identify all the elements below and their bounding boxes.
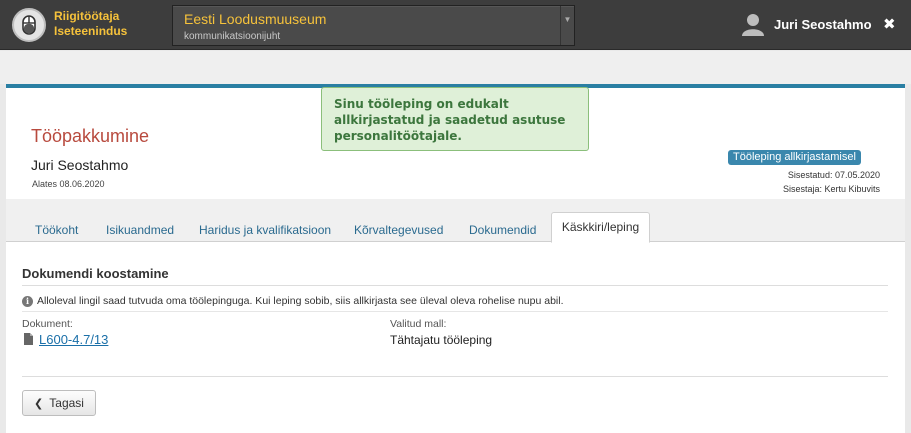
document-link[interactable]: L600-4.7/13 — [39, 332, 108, 347]
tab-haridus[interactable]: Haridus ja kvalifikatsioon — [199, 223, 331, 237]
template-value: Tähtajatu tööleping — [390, 333, 493, 347]
sub-bar — [0, 51, 911, 84]
brand-line-2: Iseteenindus — [54, 24, 128, 38]
page-title: Tööpakkumine — [31, 126, 150, 146]
person-name: Juri Seostahmo — [31, 157, 129, 173]
section-title: Dokumendi koostamine — [22, 266, 169, 281]
divider — [22, 311, 888, 312]
app-logo[interactable] — [12, 8, 46, 42]
tab-kaskkiri-leping[interactable]: Käskkiri/leping — [551, 212, 650, 243]
tab-dokumendid[interactable]: Dokumendid — [469, 223, 536, 237]
status-badge: Tööleping allkirjastamisel — [728, 150, 861, 165]
start-date: Alates 08.06.2020 — [32, 179, 105, 189]
user-icon[interactable] — [741, 12, 765, 36]
divider — [22, 285, 888, 286]
top-bar: Riigitöötaja Iseteenindus Eesti Loodusmu… — [0, 0, 911, 50]
brand-line-1: Riigitöötaja — [54, 9, 120, 23]
back-button[interactable]: ❮ Tagasi — [22, 390, 96, 416]
submitted-date: Sisestatud: 07.05.2020 — [787, 170, 880, 180]
mouse-icon — [22, 15, 36, 35]
info-message: i Alloleval lingil saad tutvuda oma tööl… — [22, 295, 564, 307]
document-icon — [24, 333, 33, 345]
chevron-down-icon[interactable]: ▼ — [560, 6, 574, 45]
info-text: Alloleval lingil saad tutvuda oma töölep… — [37, 295, 564, 307]
document-label: Dokument: — [22, 318, 73, 330]
app-name[interactable]: Riigitöötaja Iseteenindus — [54, 9, 127, 39]
tab-isikuandmed[interactable]: Isikuandmed — [106, 223, 174, 237]
submitter-name: Sisestaja: Kertu Kibuvits — [782, 184, 880, 194]
tab-tookoht[interactable]: Töökoht — [35, 223, 78, 237]
success-notice: Sinu tööleping on edukalt allkirjastatud… — [321, 87, 589, 151]
organization-role: kommunikatsioonijuht — [184, 31, 281, 42]
tab-korvaltegevused[interactable]: Kõrvaltegevused — [354, 223, 443, 237]
organization-name: Eesti Loodusmuuseum — [184, 11, 327, 27]
close-icon[interactable]: ✖ — [883, 15, 896, 33]
organization-select[interactable]: Eesti Loodusmuuseum kommunikatsioonijuht… — [172, 5, 575, 46]
chevron-left-icon: ❮ — [34, 397, 44, 410]
user-name[interactable]: Juri Seostahmo — [774, 17, 872, 32]
divider — [22, 376, 888, 377]
template-label: Valitud mall: — [390, 318, 447, 330]
back-button-label: Tagasi — [49, 396, 84, 410]
info-icon: i — [22, 295, 33, 307]
